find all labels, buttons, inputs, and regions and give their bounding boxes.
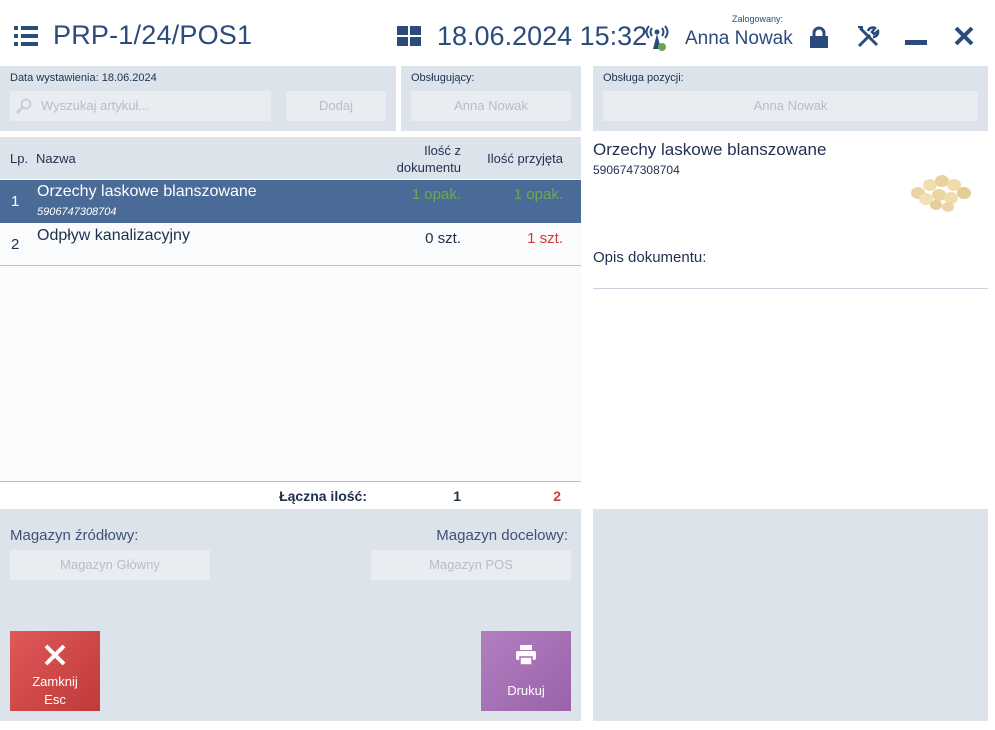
col-qty-doc[interactable]: Ilość z dokumentu bbox=[397, 142, 461, 176]
issue-date-label: Data wystawienia: 18.06.2024 bbox=[10, 72, 157, 84]
col-qty-doc-line2: dokumentu bbox=[396, 160, 461, 175]
doc-description-label: Opis dokumentu: bbox=[593, 249, 707, 266]
row-lp: 2 bbox=[11, 236, 20, 253]
source-warehouse-label: Magazyn źródłowy: bbox=[10, 527, 139, 544]
logged-user-name: Anna Nowak bbox=[685, 28, 793, 49]
doc-description-divider bbox=[593, 288, 988, 289]
source-warehouse-field[interactable]: Magazyn Główny bbox=[10, 550, 210, 580]
total-row: Łączna ilość: 1 2 bbox=[0, 481, 581, 509]
product-name: Orzechy laskowe blanszowane bbox=[593, 140, 827, 159]
signal-icon bbox=[645, 25, 669, 51]
search-placeholder: Wyszukaj artykuł... bbox=[41, 98, 150, 113]
product-image bbox=[911, 175, 971, 212]
search-input[interactable]: Wyszukaj artykuł... bbox=[10, 91, 271, 121]
row-qty-doc: 1 opak. bbox=[411, 186, 461, 203]
row-lp: 1 bbox=[11, 193, 20, 210]
date-time: 18.06.2024 15:32 bbox=[437, 21, 648, 51]
operator-field[interactable]: Anna Nowak bbox=[411, 91, 571, 121]
row-qty-received: 1 opak. bbox=[513, 186, 563, 203]
position-handler-field[interactable]: Anna Nowak bbox=[603, 91, 978, 121]
total-label: Łączna ilość: bbox=[279, 488, 367, 504]
document-number: PRP-1/24/POS1 bbox=[53, 20, 253, 50]
lock-icon[interactable] bbox=[808, 26, 830, 48]
position-handler-label: Obsługa pozycji: bbox=[603, 72, 684, 84]
grid-icon[interactable] bbox=[397, 26, 421, 46]
col-qty-doc-line1: Ilość z bbox=[424, 143, 461, 158]
items-list: Lp. Nazwa Ilość z dokumentu Ilość przyję… bbox=[0, 137, 581, 509]
target-warehouse-field[interactable]: Magazyn POS bbox=[371, 550, 571, 580]
col-lp[interactable]: Lp. bbox=[10, 151, 28, 166]
row-name: Odpływ kanalizacyjny bbox=[37, 227, 190, 244]
product-code: 5906747308704 bbox=[593, 163, 680, 177]
total-qty-received: 2 bbox=[553, 488, 561, 504]
logged-in-label: Zalogowany: bbox=[732, 14, 784, 24]
details-panel: Orzechy laskowe blanszowane 590674730870… bbox=[593, 137, 988, 509]
print-button-label: Drukuj bbox=[507, 683, 545, 698]
table-row[interactable]: 1 Orzechy laskowe blanszowane 5906747308… bbox=[0, 180, 581, 223]
close-button-label: Zamknij bbox=[32, 674, 78, 689]
x-icon bbox=[44, 644, 66, 666]
table-row[interactable]: 2 Odpływ kanalizacyjny 0 szt. 1 szt. bbox=[0, 223, 581, 266]
tools-icon[interactable] bbox=[856, 25, 880, 49]
row-code: 5906747308704 bbox=[37, 206, 117, 218]
list-header: Lp. Nazwa Ilość z dokumentu Ilość przyję… bbox=[0, 137, 581, 179]
operator-panel: Obsługujący: Anna Nowak bbox=[401, 66, 581, 131]
row-qty-received: 1 szt. bbox=[527, 230, 563, 247]
target-warehouse-label: Magazyn docelowy: bbox=[436, 527, 568, 544]
row-name: Orzechy laskowe blanszowane bbox=[37, 183, 257, 200]
top-bar: PRP-1/24/POS1 18.06.2024 15:32 Zalogowan… bbox=[0, 0, 995, 66]
minimize-icon[interactable] bbox=[905, 40, 927, 45]
close-icon[interactable] bbox=[953, 25, 975, 47]
position-handler-panel: Obsługa pozycji: Anna Nowak bbox=[593, 66, 988, 131]
search-panel: Data wystawienia: 18.06.2024 Wyszukaj ar… bbox=[0, 66, 396, 131]
col-qty-received[interactable]: Ilość przyjęta bbox=[487, 151, 563, 166]
print-button[interactable]: Drukuj bbox=[481, 631, 571, 711]
right-bottom-panel bbox=[593, 509, 988, 721]
add-button[interactable]: Dodaj bbox=[286, 91, 386, 121]
printer-icon bbox=[516, 645, 536, 666]
search-icon bbox=[16, 98, 32, 114]
menu-icon[interactable] bbox=[14, 26, 38, 46]
total-qty-doc: 1 bbox=[453, 488, 461, 504]
operator-label: Obsługujący: bbox=[411, 72, 475, 84]
close-button[interactable]: Zamknij Esc bbox=[10, 631, 100, 711]
close-button-shortcut: Esc bbox=[44, 692, 66, 707]
row-qty-doc: 0 szt. bbox=[425, 230, 461, 247]
col-name[interactable]: Nazwa bbox=[36, 151, 76, 166]
